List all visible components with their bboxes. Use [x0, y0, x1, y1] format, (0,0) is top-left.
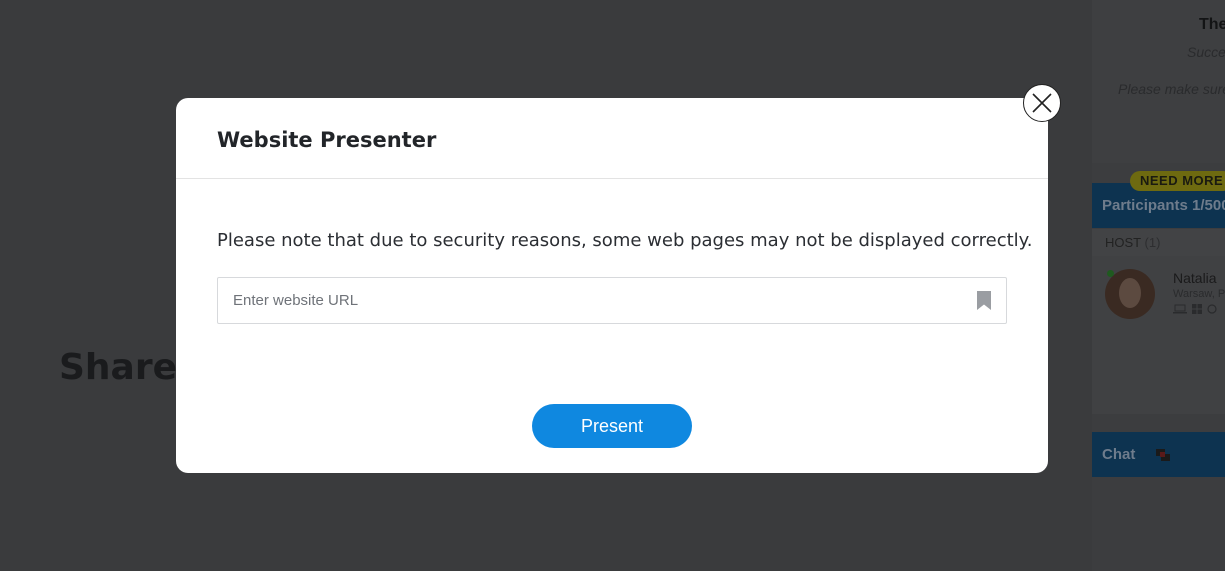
website-url-input[interactable] — [218, 278, 958, 323]
participant-location: Warsaw, P — [1173, 288, 1225, 300]
close-icon — [1032, 93, 1052, 113]
participants-list: Natalia Warsaw, P — [1092, 256, 1225, 414]
online-status-icon — [1107, 270, 1114, 277]
browser-icon — [1207, 304, 1217, 314]
sidebar-notice: The Succe Please make sure — [1092, 0, 1225, 163]
sidebar: The Succe Please make sure NEED MORE Par… — [1092, 0, 1225, 571]
present-button[interactable]: Present — [532, 404, 692, 448]
host-label: HOST — [1105, 235, 1141, 250]
url-field — [217, 277, 1007, 324]
participant-device-icons — [1173, 304, 1217, 317]
notice-note: Please make sure — [1118, 81, 1225, 97]
host-section-label: HOST (1) — [1092, 229, 1225, 256]
chat-popout-icon[interactable] — [1154, 446, 1172, 464]
notice-title: The — [1199, 16, 1225, 33]
upsell-badge[interactable]: NEED MORE — [1130, 171, 1225, 191]
dialog-title: Website Presenter — [217, 128, 437, 152]
website-presenter-dialog: Website Presenter Please note that due t… — [176, 98, 1048, 473]
host-count: (1) — [1144, 235, 1161, 250]
avatar — [1105, 269, 1155, 319]
windows-icon — [1192, 304, 1203, 314]
bookmark-icon[interactable] — [977, 291, 991, 310]
dialog-header: Website Presenter — [176, 98, 1048, 179]
participant-name: Natalia — [1173, 270, 1217, 286]
chat-panel — [1092, 477, 1225, 571]
security-note: Please note that due to security reasons… — [217, 230, 1033, 251]
notice-subtitle: Succe — [1187, 44, 1225, 60]
close-button[interactable] — [1023, 84, 1061, 122]
laptop-icon — [1173, 304, 1187, 314]
